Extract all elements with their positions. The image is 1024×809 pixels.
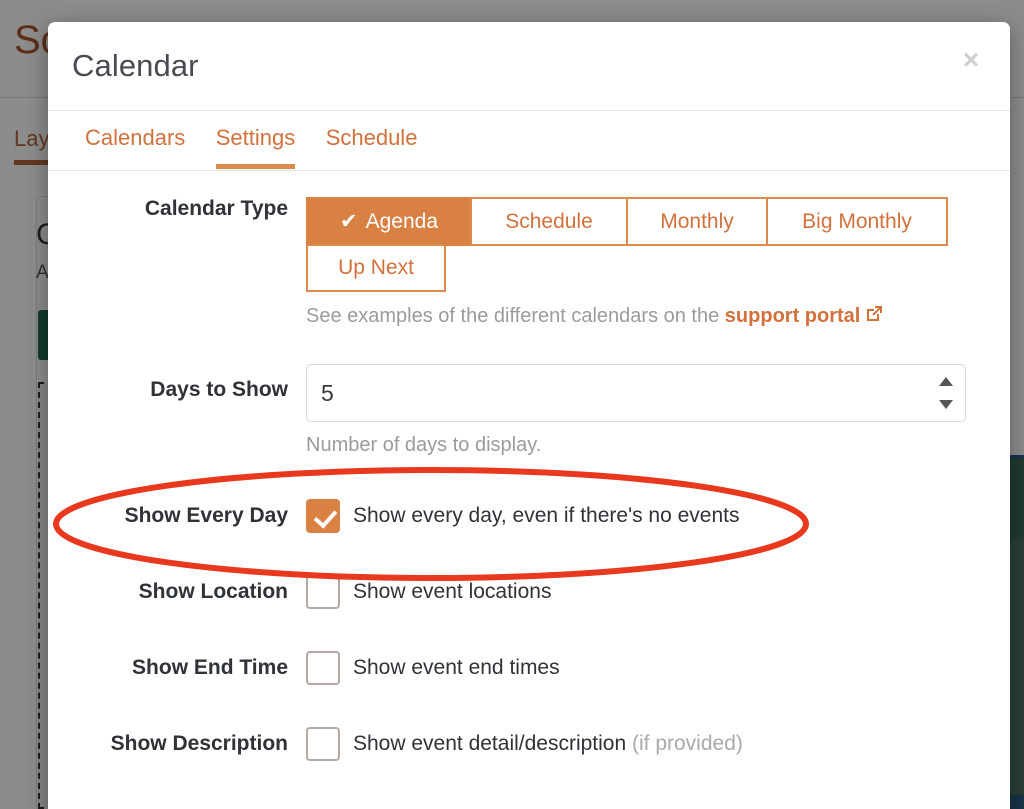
calendar-type-option-agenda[interactable]: ✔ Agenda [306, 197, 472, 246]
show-every-day-checkbox-label: Show every day, even if there's no event… [353, 504, 740, 527]
show-end-time-label: Show End Time [132, 656, 288, 679]
field-show-location: Show Location Show event locations [48, 575, 1010, 609]
show-end-time-row: Show event end times [306, 651, 994, 685]
calendar-type-option-schedule[interactable]: Schedule [470, 197, 628, 246]
show-end-time-checkbox-label: Show event end times [353, 656, 560, 679]
number-stepper-icon[interactable] [938, 377, 954, 409]
show-description-checkbox[interactable] [306, 727, 340, 761]
tab-settings[interactable]: Settings [203, 111, 309, 169]
calendar-type-option-agenda-label: Agenda [365, 210, 438, 233]
field-calendar-type: Calendar Type ✔ Agenda Schedule Monthly B… [48, 197, 1010, 330]
field-show-description: Show Description Show event detail/descr… [48, 727, 1010, 761]
field-days-to-show: Days to Show Number of days to display. [48, 364, 1010, 457]
show-description-label: Show Description [110, 732, 288, 755]
show-description-checkbox-text: Show event detail/description [353, 732, 632, 755]
close-icon[interactable]: × [954, 43, 988, 77]
days-to-show-label: Days to Show [150, 378, 288, 401]
calendar-type-option-big-monthly[interactable]: Big Monthly [766, 197, 948, 246]
modal-title: Calendar [72, 48, 199, 83]
show-location-checkbox[interactable] [306, 575, 340, 609]
tab-calendars[interactable]: Calendars [72, 111, 198, 169]
stepper-down-icon[interactable] [939, 400, 953, 409]
show-end-time-checkbox[interactable] [306, 651, 340, 685]
days-to-show-help: Number of days to display. [306, 434, 542, 456]
modal-tabbar: Calendars Settings Schedule [48, 111, 1010, 171]
show-location-label: Show Location [138, 580, 288, 603]
show-location-checkbox-label: Show event locations [353, 580, 552, 603]
show-every-day-row: Show every day, even if there's no event… [306, 499, 994, 533]
field-show-end-time: Show End Time Show event end times [48, 651, 1010, 685]
show-description-checkbox-label: Show event detail/description (if provid… [353, 732, 743, 756]
calendar-type-option-monthly[interactable]: Monthly [626, 197, 768, 246]
calendar-type-label: Calendar Type [144, 197, 288, 220]
show-location-row: Show event locations [306, 575, 994, 609]
show-every-day-label: Show Every Day [124, 504, 288, 527]
calendar-type-help: See examples of the different calendars … [306, 304, 994, 330]
show-every-day-checkbox[interactable] [306, 499, 340, 533]
calendar-modal: Calendar × Calendars Settings Schedule C… [48, 22, 1010, 809]
calendar-type-option-up-next[interactable]: Up Next [306, 244, 446, 292]
support-portal-link[interactable]: support portal [725, 305, 861, 327]
settings-form: Calendar Type ✔ Agenda Schedule Monthly B… [48, 171, 1010, 761]
external-link-icon[interactable] [864, 304, 884, 330]
tab-schedule[interactable]: Schedule [313, 111, 431, 169]
calendar-type-help-prefix: See examples of the different calendars … [306, 305, 725, 327]
days-to-show-input[interactable] [306, 364, 966, 422]
stepper-up-icon[interactable] [939, 377, 953, 386]
calendar-type-button-group: ✔ Agenda Schedule Monthly Big Monthly Up … [306, 197, 952, 292]
show-description-checkbox-note: (if provided) [632, 732, 743, 755]
check-icon: ✔ [339, 210, 358, 233]
days-to-show-input-wrap [306, 364, 966, 422]
field-show-every-day: Show Every Day Show every day, even if t… [48, 499, 1010, 533]
modal-header: Calendar × [48, 22, 1010, 111]
show-description-row: Show event detail/description (if provid… [306, 727, 994, 761]
screen: Sc Lay C A te a Calendar × Calendars Set… [0, 0, 1024, 809]
